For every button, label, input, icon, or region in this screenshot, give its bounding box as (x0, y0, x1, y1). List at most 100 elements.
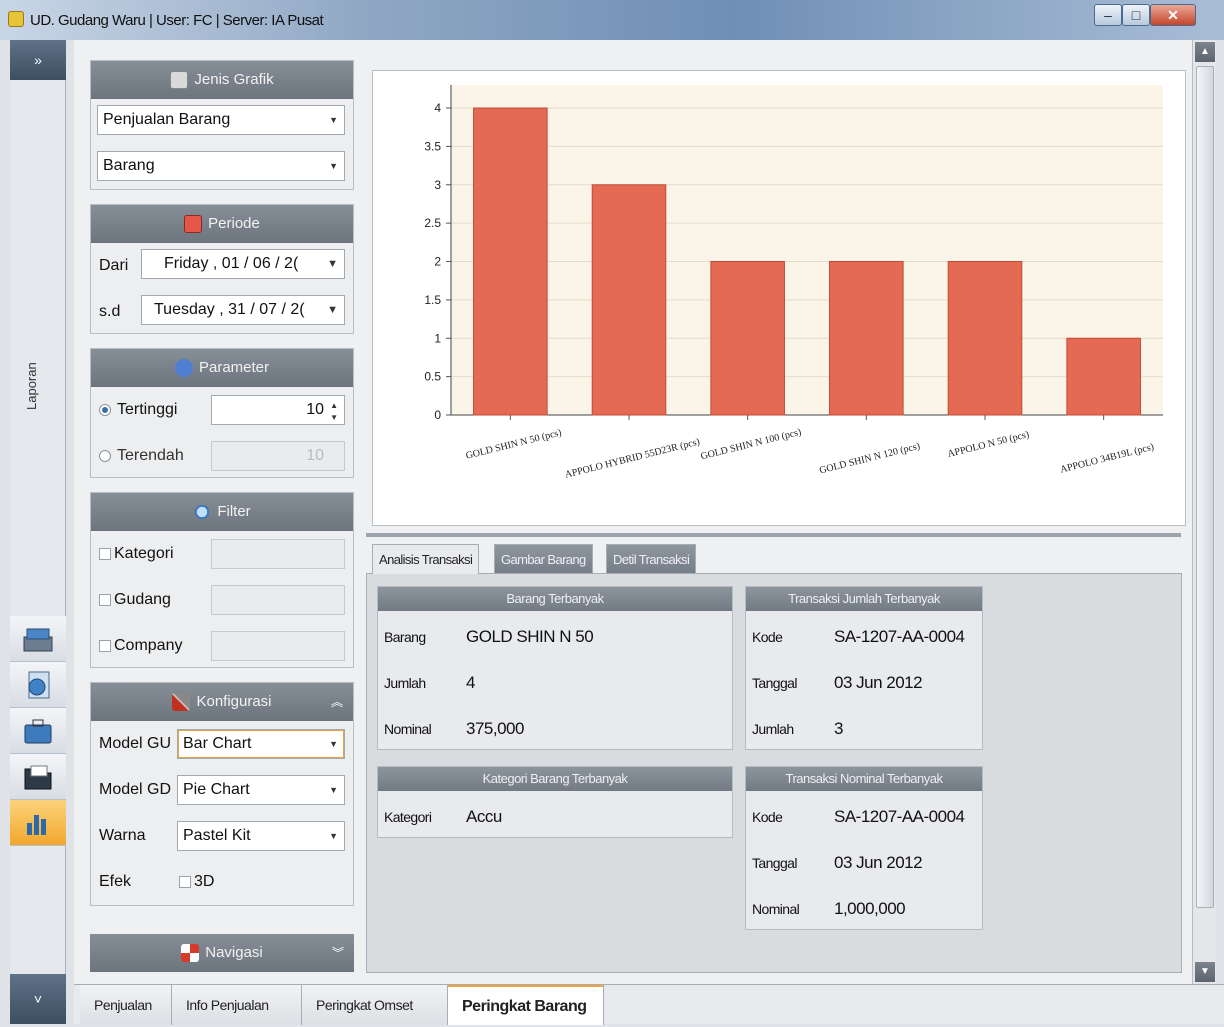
minimize-button[interactable]: – (1094, 4, 1122, 26)
kategori-terbanyak-box: Kategori Barang Terbanyak Kategori Accu (377, 766, 733, 838)
chart-bar (947, 261, 1023, 416)
chevron-down-icon: ▼ (329, 115, 338, 125)
radio-selected-icon (99, 403, 111, 416)
chart-report-icon[interactable] (10, 800, 66, 846)
chart-bar (710, 261, 785, 416)
tab-peringkat-barang[interactable]: Peringkat Barang (448, 985, 604, 1025)
spinner-arrows-icon[interactable]: ▲ ▼ (330, 400, 338, 424)
nominal-label: Nominal (384, 721, 432, 737)
briefcase-icon[interactable] (10, 708, 66, 754)
tanggal-value: 03 Jun 2012 (834, 673, 923, 692)
expand-chevron-icon[interactable]: ︾ (332, 934, 344, 972)
nominal-terbanyak-box: Transaksi Nominal Terbanyak Kode SA-1207… (745, 766, 983, 930)
periode-panel: Periode Dari Friday , 01 / 06 / 2(▼ s.d … (90, 204, 354, 334)
tab-content: Barang Terbanyak Barang GOLD SHIN N 50 J… (366, 573, 1182, 973)
navigasi-header[interactable]: Navigasi ︾ (90, 934, 354, 972)
bar-chart: 00.511.522.533.54GOLD SHIN N 50 (pcs) APP… (424, 85, 1163, 481)
tanggal-label: Tanggal (752, 855, 797, 871)
calendar-icon (184, 215, 203, 233)
y-tick-label: 0 (434, 408, 441, 422)
checkbox-icon (99, 593, 111, 606)
tanggal-value: 03 Jun 2012 (834, 853, 923, 872)
chart-bar (1066, 337, 1141, 416)
y-tick-label: 3.5 (424, 139, 441, 153)
chart-bar (473, 107, 548, 416)
tertinggi-radio[interactable]: Tertinggi (99, 401, 177, 419)
chart-type-select[interactable]: Penjualan Barang ▼ (97, 105, 345, 135)
collapse-chevron-icon[interactable]: ︽ (331, 683, 343, 721)
sd-date-picker[interactable]: Tuesday , 31 / 07 / 2(▼ (141, 295, 345, 325)
parameter-header: Parameter (91, 349, 353, 387)
company-checkbox[interactable]: Company (99, 637, 182, 655)
y-tick-label: 1 (434, 331, 441, 345)
analysis-tabs: Analisis Transaksi Gambar Barang Detil T… (366, 540, 1182, 974)
parameter-panel: Parameter Tertinggi 10 ▲ ▼ Terendah 10 (90, 348, 354, 478)
scroll-up-arrow-icon[interactable]: ▲ (1195, 42, 1215, 62)
tab-penjualan[interactable]: Penjualan (80, 985, 172, 1025)
chevron-down-icon: ▼ (329, 785, 338, 795)
barang-label: Barang (384, 629, 426, 645)
dropdown-arrow-icon[interactable]: ▼ (327, 296, 338, 324)
warna-select[interactable]: Pastel Kit ▼ (177, 821, 345, 851)
dari-label: Dari (99, 257, 129, 274)
globe-document-icon[interactable] (10, 662, 66, 708)
close-button[interactable]: ✕ (1150, 4, 1196, 26)
y-tick-label: 0.5 (424, 370, 441, 384)
jumlah-label: Jumlah (384, 675, 426, 691)
panel-splitter[interactable] (366, 533, 1181, 537)
nominal-label: Nominal (752, 901, 800, 917)
dropdown-arrow-icon[interactable]: ▼ (327, 250, 338, 278)
kategori-checkbox[interactable]: Kategori (99, 545, 174, 563)
tab-gambar-barang[interactable]: Gambar Barang (494, 544, 593, 574)
x-tick-label: APPOLO N 50 (pcs) (947, 429, 1031, 460)
cashbox-icon[interactable] (10, 616, 66, 662)
scroll-down-arrow-icon[interactable]: ▼ (1195, 962, 1215, 982)
chevron-down-icon: ▼ (329, 739, 338, 749)
efek-3d-checkbox[interactable]: 3D (179, 873, 214, 891)
kategori-select (211, 539, 345, 569)
plot-background (451, 85, 1163, 415)
model-gu-select[interactable]: Bar Chart ▼ (177, 729, 345, 759)
scrollbar-thumb[interactable] (1196, 66, 1214, 908)
radio-unselected-icon (99, 449, 111, 462)
tab-analisis-transaksi[interactable]: Analisis Transaksi (372, 544, 480, 574)
tab-peringkat-omset[interactable]: Peringkat Omset (302, 985, 448, 1025)
barang-terbanyak-header: Barang Terbanyak (378, 587, 732, 611)
strip-label-laporan[interactable]: Laporan (24, 362, 52, 410)
sd-label: s.d (99, 303, 121, 320)
x-tick-label: GOLD SHIN N 50 (pcs) (465, 427, 563, 461)
expand-strip-button[interactable]: » (10, 40, 66, 80)
chart-bar (829, 261, 904, 416)
tab-detil-transaksi[interactable]: Detil Transaksi (606, 544, 697, 574)
collapse-strip-button[interactable]: ˅ (10, 974, 66, 1024)
y-tick-label: 1.5 (424, 293, 441, 307)
chart-type-icon (170, 71, 189, 89)
gudang-select (211, 585, 345, 615)
dari-date-picker[interactable]: Friday , 01 / 06 / 2(▼ (141, 249, 345, 279)
terendah-radio[interactable]: Terendah (99, 447, 184, 465)
y-tick-label: 4 (434, 101, 441, 115)
vertical-scrollbar[interactable]: ▲ ▼ (1192, 40, 1216, 984)
model-gd-select[interactable]: Pie Chart ▼ (177, 775, 345, 805)
gudang-checkbox[interactable]: Gudang (99, 591, 171, 609)
nominal-value: 1,000,000 (834, 899, 906, 918)
filter-panel: Filter Kategori Gudang Company (90, 492, 354, 668)
bottom-tab-bar: Penjualan Info Penjualan Peringkat Omset… (74, 984, 1224, 1025)
chevron-down-icon: ▼ (329, 161, 338, 171)
folder-icon[interactable] (10, 754, 66, 800)
tertinggi-spinner[interactable]: 10 ▲ ▼ (211, 395, 345, 425)
chart-group-select[interactable]: Barang ▼ (97, 151, 345, 181)
x-tick-label: APPOLO HYBRID 55D23R (pcs) (564, 436, 701, 480)
konfigurasi-header[interactable]: Konfigurasi ︽ (91, 683, 353, 721)
y-tick-label: 2 (434, 255, 441, 269)
kategori-label: Kategori (384, 809, 432, 825)
magnifier-icon (193, 503, 212, 521)
maximize-button[interactable]: □ (1122, 4, 1150, 26)
navigation-strip: » Laporan ˅ (10, 40, 66, 1024)
tab-info-penjualan[interactable]: Info Penjualan (172, 985, 302, 1025)
checkbox-icon (179, 875, 191, 888)
jumlah-terbanyak-box: Transaksi Jumlah Terbanyak Kode SA-1207-… (745, 586, 983, 750)
nominal-terbanyak-header: Transaksi Nominal Terbanyak (746, 767, 982, 791)
model-gd-label: Model GD (99, 781, 172, 798)
tanggal-label: Tanggal (752, 675, 797, 691)
